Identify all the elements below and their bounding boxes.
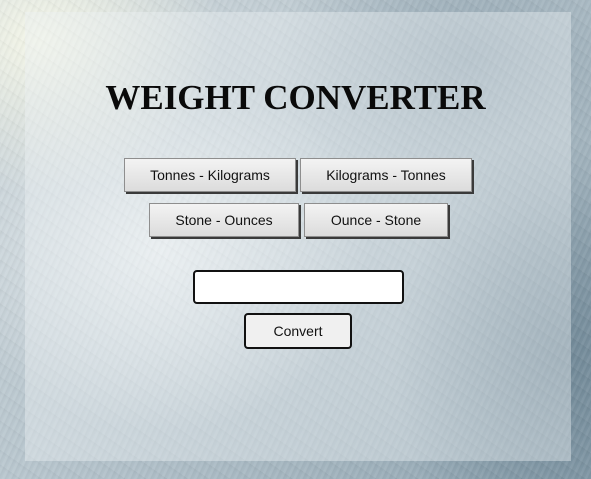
tonnes-to-kilograms-button[interactable]: Tonnes - Kilograms — [124, 158, 296, 192]
page-title: WEIGHT CONVERTER — [105, 78, 486, 117]
weight-input[interactable] — [193, 270, 404, 304]
stone-to-ounces-button[interactable]: Stone - Ounces — [149, 203, 299, 237]
convert-button[interactable]: Convert — [244, 313, 352, 349]
ounce-to-stone-button[interactable]: Ounce - Stone — [304, 203, 448, 237]
kilograms-to-tonnes-button[interactable]: Kilograms - Tonnes — [300, 158, 472, 192]
